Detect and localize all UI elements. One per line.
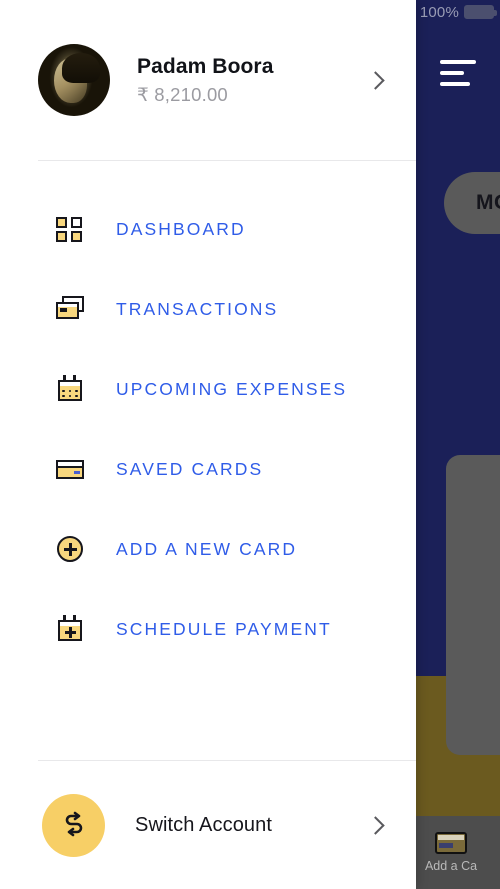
drawer-nav-list: DASHBOARD TRANSACTIONS UPCOMING EXPENSES…: [0, 161, 416, 760]
navigation-drawer: Padam Boora ₹ 8,210.00 DASHBOARD TRANSAC…: [0, 0, 416, 889]
hamburger-line: [440, 71, 464, 75]
sidebar-item-label: UPCOMING EXPENSES: [116, 378, 348, 399]
plus-circle-icon: [55, 534, 85, 564]
battery-percent-label: 100%: [419, 3, 459, 21]
profile-text-group: Padam Boora ₹ 8,210.00: [137, 54, 369, 106]
switch-account-section: Switch Account: [0, 761, 416, 889]
sidebar-item-label: TRANSACTIONS: [116, 298, 279, 319]
chevron-right-icon[interactable]: [366, 815, 385, 835]
credit-card-icon: [435, 832, 467, 854]
profile-name: Padam Boora: [137, 54, 274, 78]
profile-header[interactable]: Padam Boora ₹ 8,210.00: [0, 0, 416, 160]
profile-balance: ₹ 8,210.00: [137, 84, 228, 106]
bottom-nav-item-label: Add a Ca: [424, 859, 478, 873]
grid-icon: [55, 214, 85, 244]
switch-account-label: Switch Account: [135, 813, 273, 836]
sidebar-item-label: SAVED CARDS: [116, 458, 264, 479]
switch-account-button[interactable]: Switch Account: [0, 761, 416, 889]
avatar: [38, 44, 110, 116]
sidebar-item-transactions[interactable]: TRANSACTIONS: [0, 269, 416, 349]
hamburger-menu-icon[interactable]: [440, 60, 484, 86]
sidebar-item-label: DASHBOARD: [116, 218, 246, 239]
sidebar-item-schedule-payment[interactable]: SCHEDULE PAYMENT: [0, 589, 416, 669]
battery-icon: [464, 5, 497, 19]
bottom-nav-item-add-card[interactable]: Add a Ca: [404, 832, 500, 873]
calendar-plus-icon: [55, 614, 85, 644]
hamburger-line: [440, 60, 476, 64]
chevron-right-icon[interactable]: [366, 70, 385, 90]
switch-arrows-icon: [42, 793, 105, 857]
calendar-dots-icon: [55, 374, 85, 404]
sidebar-item-dashboard[interactable]: DASHBOARD: [0, 189, 416, 269]
credit-card-icon: [55, 454, 85, 484]
sidebar-item-label: ADD A NEW CARD: [116, 538, 298, 559]
background-card-overlay: [446, 455, 500, 755]
sidebar-item-label: SCHEDULE PAYMENT: [116, 618, 332, 639]
background-pill-label: MO: [476, 191, 500, 214]
sidebar-item-saved-cards[interactable]: SAVED CARDS: [0, 429, 416, 509]
stacked-cards-icon: [55, 294, 85, 324]
sidebar-item-upcoming-expenses[interactable]: UPCOMING EXPENSES: [0, 349, 416, 429]
hamburger-line: [440, 82, 470, 86]
sidebar-item-add-a-new-card[interactable]: ADD A NEW CARD: [0, 509, 416, 589]
background-pill-button[interactable]: MO: [444, 172, 500, 234]
